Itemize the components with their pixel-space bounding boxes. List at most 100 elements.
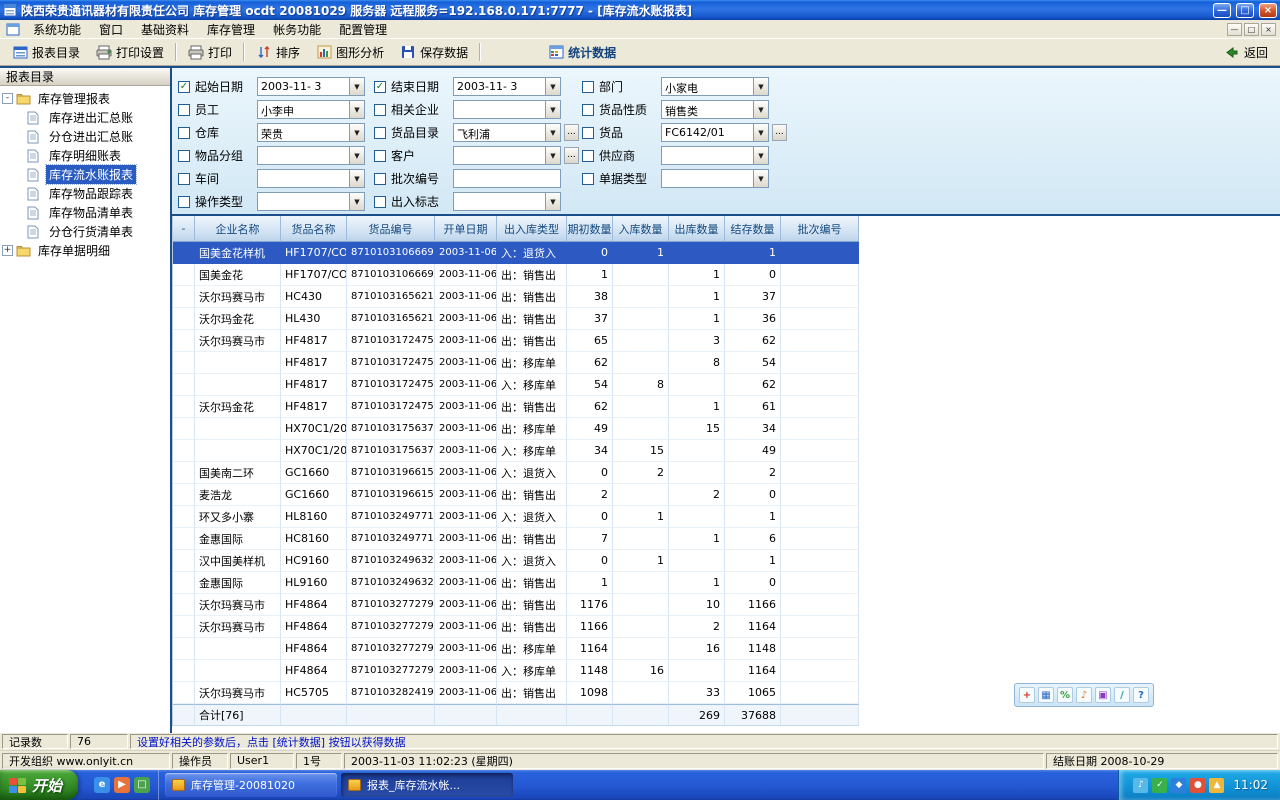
column-header-2[interactable]: 货品名称: [281, 216, 347, 242]
note-icon[interactable]: ♪: [1076, 687, 1092, 703]
table-row-6[interactable]: HF481787101031724752003-11-06入：移库单54862: [173, 374, 860, 396]
save-data-button[interactable]: 保存数据: [392, 41, 476, 64]
dropdown-icon[interactable]: ▼: [349, 193, 364, 210]
table-row-4[interactable]: 沃尔玛赛马市HF481787101031724752003-11-06出：销售出…: [173, 330, 860, 352]
product-more-button[interactable]: ...: [772, 124, 787, 141]
antivirus-icon[interactable]: ✓: [1152, 778, 1167, 793]
batch-no-input[interactable]: [453, 169, 561, 188]
table-row-16[interactable]: 沃尔玛赛马市HF486487101032772792003-11-06出：销售出…: [173, 594, 860, 616]
column-header-3[interactable]: 货品编号: [347, 216, 435, 242]
warehouse-checkbox[interactable]: [178, 127, 190, 139]
inout-flag-combo[interactable]: ▼: [453, 192, 561, 211]
stats-data-button[interactable]: 统计数据: [540, 41, 624, 64]
table-row-14[interactable]: 汉中国美样机HC916087101032496322003-11-06入：退货入…: [173, 550, 860, 572]
back-button[interactable]: 返回: [1216, 41, 1276, 64]
warehouse-combo[interactable]: 荣贵▼: [257, 123, 365, 142]
table-row-17[interactable]: 沃尔玛赛马市HF486487101032772792003-11-06出：销售出…: [173, 616, 860, 638]
mdi-restore-button[interactable]: □: [1244, 23, 1259, 36]
tree-item-0[interactable]: -库存管理报表: [2, 89, 168, 108]
mdi-close-button[interactable]: ×: [1261, 23, 1276, 36]
dropdown-icon[interactable]: ▼: [545, 193, 560, 210]
product-nature-checkbox[interactable]: [582, 104, 594, 116]
related-company-combo[interactable]: ▼: [453, 100, 561, 119]
op-type-checkbox[interactable]: [178, 196, 190, 208]
column-header-9[interactable]: 结存数量: [725, 216, 781, 242]
tree-item-3[interactable]: 库存明细账表: [2, 146, 168, 165]
column-header-0[interactable]: -: [173, 216, 195, 242]
help-icon[interactable]: ?: [1133, 687, 1149, 703]
workshop-checkbox[interactable]: [178, 173, 190, 185]
close-button[interactable]: ×: [1259, 3, 1277, 18]
customer-more-button[interactable]: ...: [564, 147, 579, 164]
media-player-icon[interactable]: ▶: [114, 777, 130, 793]
task-report-window[interactable]: 报表_库存流水帐...: [341, 773, 513, 797]
table-row-9[interactable]: HX70C1/2087101031756372003-11-06入：移库单341…: [173, 440, 860, 462]
op-type-combo[interactable]: ▼: [257, 192, 365, 211]
dropdown-icon[interactable]: ▼: [349, 147, 364, 164]
sort-button[interactable]: 排序: [248, 41, 308, 64]
supplier-combo[interactable]: ▼: [661, 146, 769, 165]
dropdown-icon[interactable]: ▼: [753, 170, 768, 187]
tree-item-8[interactable]: +库存单据明细: [2, 241, 168, 260]
column-header-1[interactable]: 企业名称: [195, 216, 281, 242]
mdi-minimize-button[interactable]: —: [1227, 23, 1242, 36]
inout-flag-checkbox[interactable]: [374, 196, 386, 208]
update-icon[interactable]: ▲: [1209, 778, 1224, 793]
start-date-combo[interactable]: 2003-11- 3▼: [257, 77, 365, 96]
dropdown-icon[interactable]: ▼: [753, 101, 768, 118]
workshop-combo[interactable]: ▼: [257, 169, 365, 188]
show-desktop-icon[interactable]: □: [134, 777, 150, 793]
dropdown-icon[interactable]: ▼: [545, 101, 560, 118]
table-row-3[interactable]: 沃尔玛金花HL43087101031656212003-11-06出：销售出37…: [173, 308, 860, 330]
product-combo[interactable]: FC6142/01▼: [661, 123, 769, 142]
dropdown-icon[interactable]: ▼: [753, 124, 768, 141]
related-company-checkbox[interactable]: [374, 104, 386, 116]
product-catalog-checkbox[interactable]: [374, 127, 386, 139]
department-checkbox[interactable]: [582, 81, 594, 93]
image-icon[interactable]: ▣: [1095, 687, 1111, 703]
dropdown-icon[interactable]: ▼: [753, 147, 768, 164]
minimize-button[interactable]: —: [1213, 3, 1231, 18]
table-row-2[interactable]: 沃尔玛赛马市HC43087101031656212003-11-06出：销售出3…: [173, 286, 860, 308]
tree-item-7[interactable]: 分仓行货清单表: [2, 222, 168, 241]
menu-item-config[interactable]: 配置管理: [330, 20, 396, 39]
dropdown-icon[interactable]: ▼: [545, 78, 560, 95]
employee-combo[interactable]: 小李申▼: [257, 100, 365, 119]
table-row-10[interactable]: 国美南二环GC166087101031966152003-11-06入：退货入0…: [173, 462, 860, 484]
table-row-8[interactable]: HX70C1/2087101031756372003-11-06出：移库单491…: [173, 418, 860, 440]
tree-expander-icon[interactable]: -: [2, 93, 13, 104]
employee-checkbox[interactable]: [178, 104, 190, 116]
start-date-checkbox[interactable]: ✓: [178, 81, 190, 93]
table-row-7[interactable]: 沃尔玛金花HF481787101031724752003-11-06出：销售出6…: [173, 396, 860, 418]
doc-type-checkbox[interactable]: [582, 173, 594, 185]
column-header-7[interactable]: 入库数量: [613, 216, 669, 242]
product-checkbox[interactable]: [582, 127, 594, 139]
column-header-5[interactable]: 出入库类型: [497, 216, 567, 242]
dropdown-icon[interactable]: ▼: [349, 78, 364, 95]
table-row-5[interactable]: HF481787101031724752003-11-06出：移库单62854: [173, 352, 860, 374]
tree-item-1[interactable]: 库存进出汇总账: [2, 108, 168, 127]
tree-item-5[interactable]: 库存物品跟踪表: [2, 184, 168, 203]
volume-icon[interactable]: ♪: [1133, 778, 1148, 793]
table-row-15[interactable]: 金惠国际HL916087101032496322003-11-06出：销售出11…: [173, 572, 860, 594]
menu-item-window[interactable]: 窗口: [90, 20, 132, 39]
message-icon[interactable]: ●: [1190, 778, 1205, 793]
supplier-checkbox[interactable]: [582, 150, 594, 162]
batch-no-checkbox[interactable]: [374, 173, 386, 185]
product-nature-combo[interactable]: 销售类▼: [661, 100, 769, 119]
dropdown-icon[interactable]: ▼: [349, 101, 364, 118]
table-row-12[interactable]: 环又多小寨HL816087101032497712003-11-06入：退货入0…: [173, 506, 860, 528]
clock[interactable]: 11:02: [1233, 778, 1268, 792]
dropdown-icon[interactable]: ▼: [753, 78, 768, 95]
column-header-8[interactable]: 出库数量: [669, 216, 725, 242]
task-inventory-window[interactable]: 库存管理-20081020: [165, 773, 337, 797]
table-row-1[interactable]: 国美金花HF1707/CO87101031066692003-11-06出：销售…: [173, 264, 860, 286]
tree-expander-icon[interactable]: +: [2, 245, 13, 256]
table-row-11[interactable]: 麦浩龙GC166087101031966152003-11-06出：销售出220: [173, 484, 860, 506]
percent-icon[interactable]: %: [1057, 687, 1073, 703]
customer-checkbox[interactable]: [374, 150, 386, 162]
end-date-combo[interactable]: 2003-11- 3▼: [453, 77, 561, 96]
column-header-10[interactable]: 批次编号: [781, 216, 859, 242]
product-catalog-more-button[interactable]: ...: [564, 124, 579, 141]
dropdown-icon[interactable]: ▼: [545, 124, 560, 141]
